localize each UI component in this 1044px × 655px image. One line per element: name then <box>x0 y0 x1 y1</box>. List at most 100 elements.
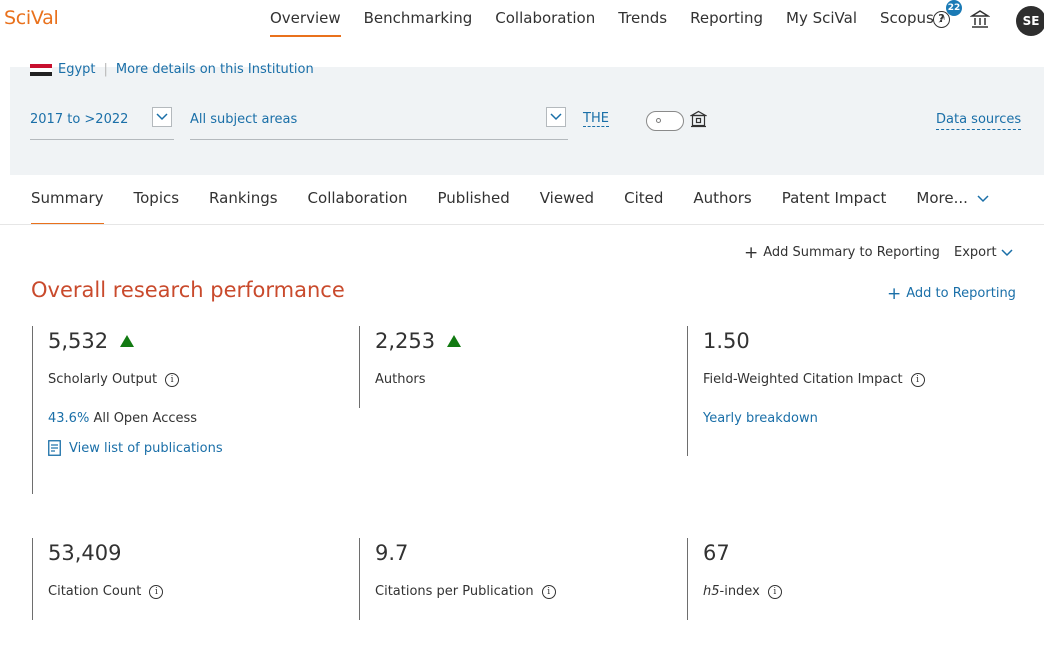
country-row: Egypt | More details on this Institution <box>30 62 314 77</box>
export-button[interactable]: Export <box>954 245 1013 260</box>
toggle-knob <box>656 118 661 123</box>
avatar[interactable]: SE <box>1016 6 1044 36</box>
plus-icon: + <box>744 242 759 263</box>
h5-index-label: h5-index <box>703 584 760 599</box>
tab-summary[interactable]: Summary <box>31 189 104 225</box>
tab-patent-impact[interactable]: Patent Impact <box>782 189 887 225</box>
h5-rest: -index <box>719 584 760 599</box>
main-nav: Overview Benchmarking Collaboration Tren… <box>270 0 969 42</box>
nav-trends[interactable]: Trends <box>618 0 667 42</box>
yearly-breakdown-link[interactable]: Yearly breakdown <box>703 411 925 426</box>
open-access-percent[interactable]: 43.6% <box>48 411 89 426</box>
tabs-divider <box>0 224 1044 225</box>
separator: | <box>103 62 108 77</box>
nav-scopus-label: Scopus <box>880 9 934 27</box>
metric-value-wrap: 2,253 <box>375 326 462 356</box>
tab-more[interactable]: More... <box>916 189 989 225</box>
metric-value-wrap: 1.50 <box>703 326 925 356</box>
tab-topics[interactable]: Topics <box>134 189 180 225</box>
info-icon[interactable]: i <box>541 584 556 599</box>
nav-benchmarking[interactable]: Benchmarking <box>364 0 473 42</box>
top-bar: SciVal Overview Benchmarking Collaborati… <box>0 0 1044 42</box>
chevron-down-icon <box>550 113 562 121</box>
metric-citations-per-publication: 9.7 Citations per Publication i <box>359 538 556 620</box>
plus-icon: + <box>887 283 902 304</box>
up-triangle-icon <box>120 335 135 347</box>
year-range-value: 2017 to >2022 <box>30 112 129 127</box>
authors-value: 2,253 <box>375 329 436 353</box>
add-summary-label: Add Summary to Reporting <box>763 245 940 260</box>
h5-italic: h5 <box>703 584 720 599</box>
metric-label-wrap: h5-index i <box>703 584 782 599</box>
country-name: Egypt <box>58 62 96 77</box>
egypt-flag-icon <box>30 63 52 76</box>
subject-area-value: All subject areas <box>190 112 298 127</box>
citations-per-publication-value: 9.7 <box>375 541 409 565</box>
tab-authors[interactable]: Authors <box>693 189 751 225</box>
section-title: Overall research performance <box>31 278 345 302</box>
citation-count-label: Citation Count <box>48 584 142 599</box>
ranking-selector[interactable]: THE <box>583 111 609 127</box>
scholarly-output-value: 5,532 <box>48 329 109 353</box>
metric-label-wrap: Scholarly Output i <box>48 372 223 387</box>
open-access-line: 43.6% All Open Access <box>48 411 223 426</box>
metric-scholarly-output: 5,532 Scholarly Output i 43.6% All Open … <box>32 326 223 494</box>
metric-h5-index: 67 h5-index i <box>687 538 782 620</box>
export-label: Export <box>954 245 997 260</box>
info-icon[interactable]: i <box>165 372 180 387</box>
subject-area-dropdown-button[interactable] <box>546 107 566 127</box>
fwci-value: 1.50 <box>703 329 750 353</box>
nav-reporting[interactable]: Reporting <box>690 0 763 42</box>
filter-panel: Egypt | More details on this Institution… <box>10 62 1044 175</box>
fwci-label: Field-Weighted Citation Impact <box>703 372 903 387</box>
view-publications-label: View list of publications <box>69 440 223 456</box>
scival-logo[interactable]: SciVal <box>4 7 59 29</box>
nav-collaboration[interactable]: Collaboration <box>495 0 595 42</box>
chevron-down-icon <box>156 113 168 121</box>
add-to-reporting-button[interactable]: + Add to Reporting <box>887 283 1016 304</box>
metric-authors: 2,253 Authors <box>359 326 462 408</box>
metric-value-wrap: 53,409 <box>48 538 163 568</box>
tab-more-label: More... <box>916 189 968 207</box>
metric-label-wrap: Citation Count i <box>48 584 164 599</box>
institution-icon <box>690 110 707 128</box>
help-badge: 22 <box>946 0 962 16</box>
h5-index-value: 67 <box>703 541 730 565</box>
authors-label: Authors <box>375 372 426 387</box>
institution-icon[interactable] <box>970 9 990 29</box>
metric-value-wrap: 9.7 <box>375 538 556 568</box>
metric-label-wrap: Field-Weighted Citation Impact i <box>703 372 925 387</box>
tab-collaboration[interactable]: Collaboration <box>308 189 408 225</box>
citations-per-publication-label: Citations per Publication <box>375 584 534 599</box>
data-sources-link[interactable]: Data sources <box>936 112 1022 130</box>
chevron-down-icon <box>977 194 989 202</box>
tab-rankings[interactable]: Rankings <box>209 189 278 225</box>
info-icon[interactable]: i <box>910 372 925 387</box>
summary-tabs: Summary Topics Rankings Collaboration Pu… <box>31 189 1019 225</box>
institution-details-link[interactable]: More details on this Institution <box>116 62 314 77</box>
metric-citation-count: 53,409 Citation Count i <box>32 538 164 620</box>
subject-area-select[interactable]: All subject areas <box>190 107 568 140</box>
tab-cited[interactable]: Cited <box>624 189 663 225</box>
metric-label-wrap: Authors <box>375 372 461 387</box>
up-triangle-icon <box>447 335 462 347</box>
view-publications-link[interactable]: View list of publications <box>48 440 223 456</box>
metric-value-wrap: 5,532 <box>48 326 223 356</box>
document-icon <box>48 440 61 456</box>
nav-my-scival[interactable]: My SciVal <box>786 0 857 42</box>
add-to-reporting-label: Add to Reporting <box>906 286 1016 301</box>
tab-viewed[interactable]: Viewed <box>540 189 594 225</box>
chevron-down-icon <box>1001 248 1013 256</box>
scholarly-output-label: Scholarly Output <box>48 372 158 387</box>
metric-fwci: 1.50 Field-Weighted Citation Impact i Ye… <box>687 326 925 456</box>
tab-published[interactable]: Published <box>438 189 510 225</box>
open-access-label: All Open Access <box>93 411 198 426</box>
year-range-dropdown-button[interactable] <box>152 107 172 127</box>
info-icon[interactable]: i <box>767 584 782 599</box>
info-icon[interactable]: i <box>149 584 164 599</box>
citation-count-value: 53,409 <box>48 541 122 565</box>
add-summary-to-reporting-button[interactable]: + Add Summary to Reporting <box>744 242 940 263</box>
nav-overview[interactable]: Overview <box>270 0 341 42</box>
metric-value-wrap: 67 <box>703 538 782 568</box>
toggle-switch[interactable] <box>646 111 684 131</box>
